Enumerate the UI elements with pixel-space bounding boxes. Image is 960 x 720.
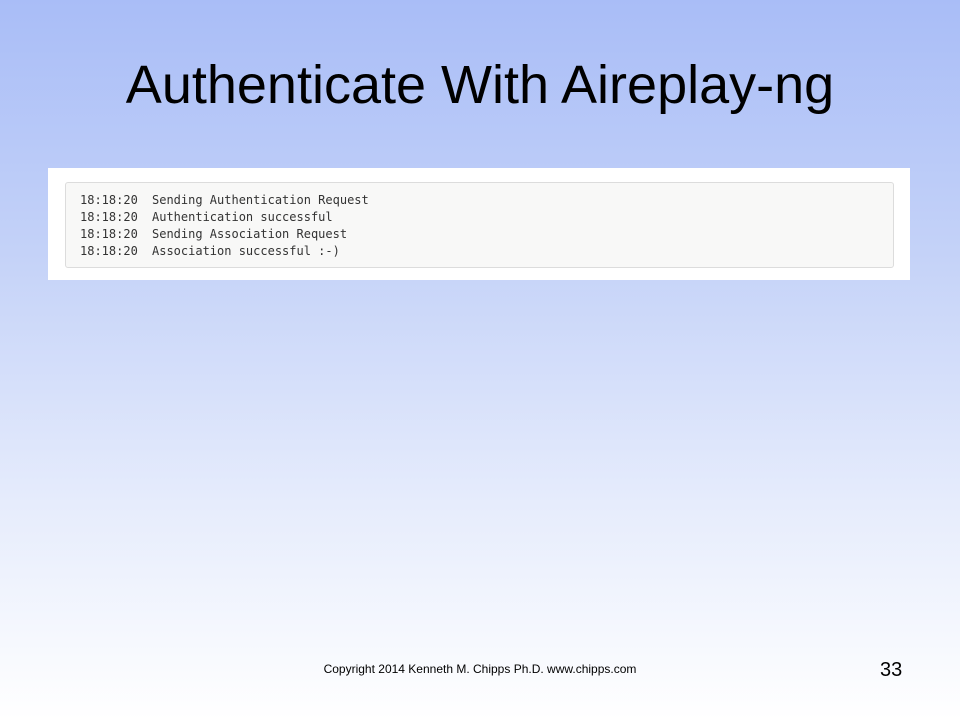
slide-title: Authenticate With Aireplay-ng xyxy=(125,55,835,115)
log-message: Sending Authentication Request xyxy=(152,193,369,207)
log-timestamp: 18:18:20 xyxy=(80,210,138,224)
log-line: 18:18:20 Sending Authentication Request xyxy=(80,192,893,209)
log-message: Association successful :-) xyxy=(152,244,340,258)
log-timestamp: 18:18:20 xyxy=(80,227,138,241)
terminal-screenshot: 18:18:20 Sending Authentication Request 1… xyxy=(48,168,910,280)
log-timestamp: 18:18:20 xyxy=(80,244,138,258)
log-message: Sending Association Request xyxy=(152,227,348,241)
copyright-footer: Copyright 2014 Kenneth M. Chipps Ph.D. w… xyxy=(323,662,637,676)
page-number: 33 xyxy=(880,659,903,681)
terminal-output: 18:18:20 Sending Authentication Request 1… xyxy=(65,182,894,268)
log-message: Authentication successful xyxy=(152,210,333,224)
log-line: 18:18:20 Association successful :-) xyxy=(80,243,893,260)
log-line: 18:18:20 Authentication successful xyxy=(80,209,893,226)
log-line: 18:18:20 Sending Association Request xyxy=(80,226,893,243)
log-timestamp: 18:18:20 xyxy=(80,193,138,207)
